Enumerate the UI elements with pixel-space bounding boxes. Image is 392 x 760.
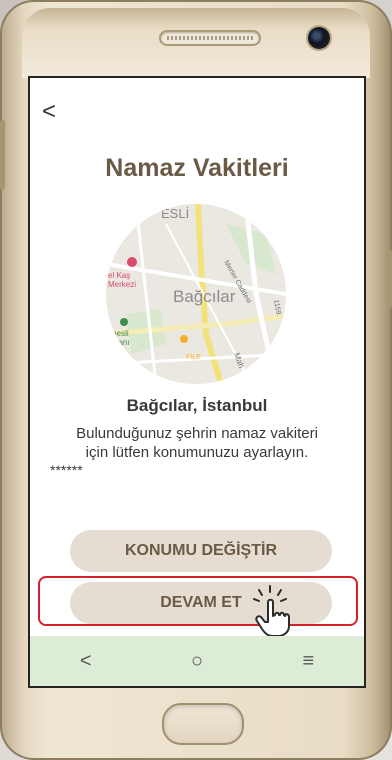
phone-frame: < Namaz Vakitleri ESLİ el Kaş Merkezi me… (0, 0, 392, 760)
map-district-label: Bağcılar (173, 287, 236, 306)
map-label-merkezi: Merkezi (108, 280, 136, 289)
nav-menu-icon: ≡ (302, 649, 315, 672)
page-title: Namaz Vakitleri (105, 154, 289, 182)
location-map: ESLİ el Kaş Merkezi mesli danı FİLE ta M… (106, 204, 286, 384)
nav-home-button[interactable]: ○ (177, 646, 217, 676)
volume-button (0, 120, 5, 190)
map-label-file: FİLE (186, 352, 201, 361)
back-button[interactable]: < (42, 100, 56, 124)
map-label-ta: ta (134, 363, 144, 375)
tap-hand-icon (253, 585, 290, 637)
map-label-mesli: mesli (110, 329, 129, 338)
masked-text: ****** (50, 462, 83, 478)
city-name: Bağcılar, İstanbul (126, 396, 268, 415)
location-pin-icon (107, 205, 125, 233)
phone-top-bezel (22, 8, 370, 78)
nav-menu-button[interactable]: ≡ (288, 646, 328, 676)
continue-button-label: DEVAM ET (160, 594, 242, 611)
map-label-top: ESLİ (161, 206, 189, 221)
nav-back-button[interactable]: < (66, 646, 106, 676)
earpiece-speaker (159, 30, 261, 46)
map-label-dani: danı (114, 338, 130, 347)
app-screen: < Namaz Vakitleri ESLİ el Kaş Merkezi me… (30, 78, 364, 686)
android-nav-bar: < ○ ≡ (30, 636, 364, 686)
power-button (387, 250, 392, 308)
map-label-kas: el Kaş (108, 271, 130, 280)
front-camera (308, 27, 330, 49)
nav-back-icon: < (79, 649, 92, 672)
physical-home-button[interactable] (162, 703, 244, 745)
location-description: Bulunduğunuz şehrin namaz vakiteri için … (76, 425, 318, 461)
change-location-button[interactable]: KONUMU DEĞİŞTİR (70, 530, 332, 572)
nav-home-icon: ○ (190, 649, 204, 672)
